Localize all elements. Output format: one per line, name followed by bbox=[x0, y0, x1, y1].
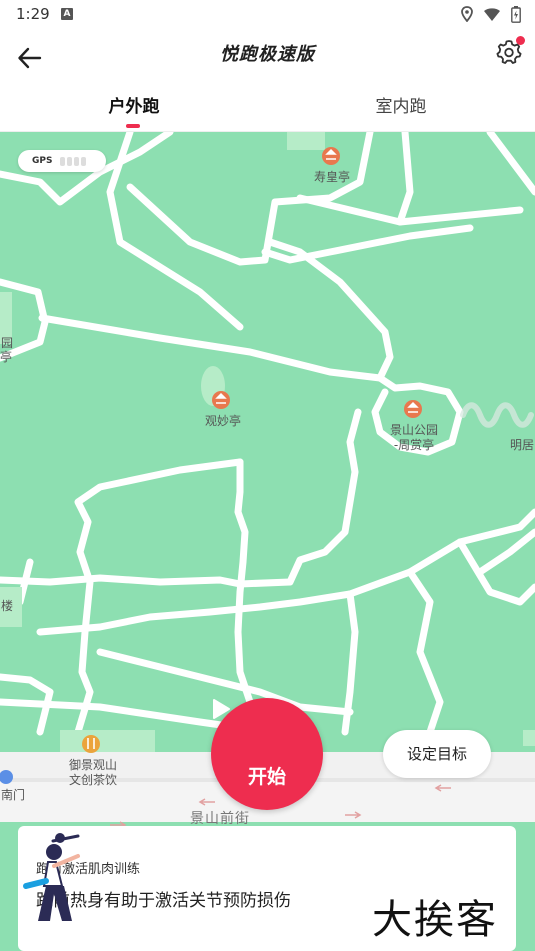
status-time: 1:29 bbox=[16, 5, 50, 23]
stretching-woman-illustration bbox=[23, 833, 80, 921]
map-label-shouhuang: 寿皇亭 bbox=[313, 170, 350, 184]
settings-notification-dot bbox=[516, 36, 525, 45]
status-icons bbox=[461, 5, 521, 23]
tab-indoor-run[interactable]: 室内跑 bbox=[321, 92, 481, 117]
map-label-teahouse-1: 御景观山 bbox=[68, 758, 117, 772]
map-label-jingshan-2: -周赏亭 bbox=[393, 438, 435, 452]
app-header: 悦跑极速版 bbox=[0, 28, 535, 84]
notification-badge: A bbox=[61, 8, 73, 20]
map-label-lou: 楼 bbox=[0, 599, 13, 613]
map-label-mingju: 明居 bbox=[510, 438, 535, 452]
set-goal-button[interactable]: 设定目标 bbox=[383, 730, 491, 778]
start-run-label: 开始 bbox=[247, 766, 286, 788]
start-run-button[interactable]: 开始 bbox=[211, 698, 323, 810]
map-label-ting: 亭 bbox=[0, 350, 13, 364]
watermark-logo: 大挨客 bbox=[372, 897, 498, 943]
map-view[interactable]: 寿皇亭 观妙亭 景山公园 -周赏亭 明居 园 亭 楼 御景观山 文创茶饮 南门 … bbox=[0, 132, 535, 951]
map-label-jingshan-1: 景山公园 bbox=[389, 423, 438, 437]
map-label-teahouse-2: 文创茶饮 bbox=[68, 773, 117, 787]
active-tab-indicator bbox=[126, 124, 140, 128]
app-title: 悦跑极速版 bbox=[220, 44, 315, 65]
map-label-street: 景山前街 bbox=[190, 811, 250, 827]
map-label-men: 南门 bbox=[0, 788, 25, 802]
map-label-yuan: 园 bbox=[0, 336, 13, 350]
play-icon bbox=[213, 699, 230, 719]
gps-signal-indicator: GPS bbox=[18, 150, 106, 172]
status-bar: 1:29 A bbox=[0, 0, 535, 28]
gps-signal-bars bbox=[60, 156, 87, 166]
wifi-icon bbox=[484, 7, 500, 21]
battery-icon bbox=[511, 5, 521, 23]
tab-outdoor-run[interactable]: 户外跑 bbox=[54, 92, 214, 117]
map-label-guanmiao: 观妙亭 bbox=[204, 414, 241, 428]
run-mode-tabs: 户外跑 室内跑 bbox=[0, 84, 535, 132]
location-icon bbox=[461, 6, 473, 22]
gps-label: GPS bbox=[32, 156, 53, 166]
